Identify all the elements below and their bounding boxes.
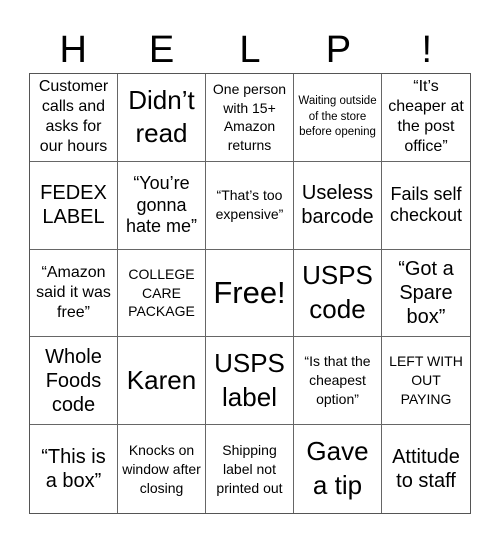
bingo-cell[interactable]: Useless barcode: [294, 161, 382, 250]
free-space-cell[interactable]: Free!: [206, 249, 294, 338]
bingo-cell-text: Useless barcode: [301, 182, 374, 229]
bingo-cell-text: Shipping label not printed out: [216, 441, 283, 496]
bingo-cell-text: Whole Foods code: [45, 345, 102, 416]
bingo-cell[interactable]: One person with 15+ Amazon returns: [206, 74, 294, 162]
bingo-cell-text: One person with 15+ Amazon returns: [212, 80, 287, 154]
bingo-cell-text: Free!: [213, 274, 286, 310]
bingo-header: H E L P !: [29, 28, 471, 73]
bingo-cell[interactable]: USPS label: [206, 337, 294, 426]
bingo-cell-text: Waiting outside of the store before open…: [298, 95, 377, 139]
bingo-cell[interactable]: Waiting outside of the store before open…: [294, 74, 382, 162]
bingo-grid: Customer calls and asks for our hours Did…: [29, 73, 471, 514]
bingo-cell[interactable]: Gave a tip: [294, 425, 382, 513]
bingo-cell-text: Fails self checkout: [389, 183, 463, 226]
bingo-cell[interactable]: Customer calls and asks for our hours: [30, 74, 118, 162]
bingo-cell[interactable]: “Got a Spare box”: [382, 250, 470, 338]
bingo-cell-text: COLLEGE CARE PACKAGE: [128, 265, 195, 320]
bingo-cell-text: USPS label: [214, 347, 285, 412]
header-letter-exclamation: !: [421, 29, 433, 71]
bingo-cell-text: “It’s cheaper at the post office”: [388, 78, 464, 156]
bingo-cell-text: Attitude to staff: [392, 446, 460, 493]
bingo-cell[interactable]: “Is that the cheapest option”: [294, 337, 382, 426]
header-letter-l: L: [239, 29, 261, 71]
bingo-cell[interactable]: Shipping label not printed out: [206, 425, 294, 513]
bingo-cell-text: “Is that the cheapest option”: [304, 353, 371, 408]
bingo-cell-text: FEDEX LABEL: [40, 182, 107, 229]
bingo-cell[interactable]: Knocks on window after closing: [118, 425, 206, 513]
header-letter-p: P: [325, 29, 352, 71]
bingo-cell-text: “Got a Spare box”: [398, 257, 454, 328]
bingo-cell-text: Customer calls and asks for our hours: [38, 78, 109, 156]
bingo-cell[interactable]: Didn’t read: [118, 74, 206, 162]
bingo-cell-text: “This is a box”: [41, 446, 106, 493]
bingo-cell[interactable]: LEFT WITH OUT PAYING: [382, 337, 470, 426]
bingo-cell-text: Didn’t read: [128, 84, 195, 149]
bingo-cell[interactable]: FEDEX LABEL: [30, 161, 118, 250]
bingo-cell[interactable]: Karen: [118, 337, 206, 426]
bingo-cell[interactable]: “That’s too expensive”: [206, 161, 294, 250]
bingo-cell-text: Knocks on window after closing: [122, 441, 201, 496]
header-letter-h: H: [59, 29, 87, 71]
bingo-cell[interactable]: Fails self checkout: [382, 162, 470, 250]
bingo-cell-text: “That’s too expensive”: [215, 187, 284, 223]
bingo-cell-text: Karen: [126, 364, 197, 395]
bingo-cell[interactable]: “You’re gonna hate me”: [118, 161, 206, 250]
bingo-cell[interactable]: Attitude to staff: [382, 425, 470, 513]
bingo-cell-text: “You’re gonna hate me”: [125, 173, 198, 236]
bingo-cell[interactable]: Whole Foods code: [30, 337, 118, 426]
bingo-cell-text: Gave a tip: [306, 436, 369, 501]
header-letter-e: E: [148, 29, 175, 71]
bingo-cell-text: USPS code: [302, 260, 373, 324]
bingo-cell[interactable]: “It’s cheaper at the post office”: [382, 74, 470, 162]
bingo-cell-text: “Amazon said it was free”: [36, 263, 111, 321]
bingo-cell[interactable]: COLLEGE CARE PACKAGE: [118, 249, 206, 338]
bingo-cell-text: LEFT WITH OUT PAYING: [389, 353, 463, 408]
bingo-cell[interactable]: “Amazon said it was free”: [30, 249, 118, 338]
bingo-cell[interactable]: USPS code: [294, 249, 382, 338]
bingo-cell[interactable]: “This is a box”: [30, 425, 118, 513]
